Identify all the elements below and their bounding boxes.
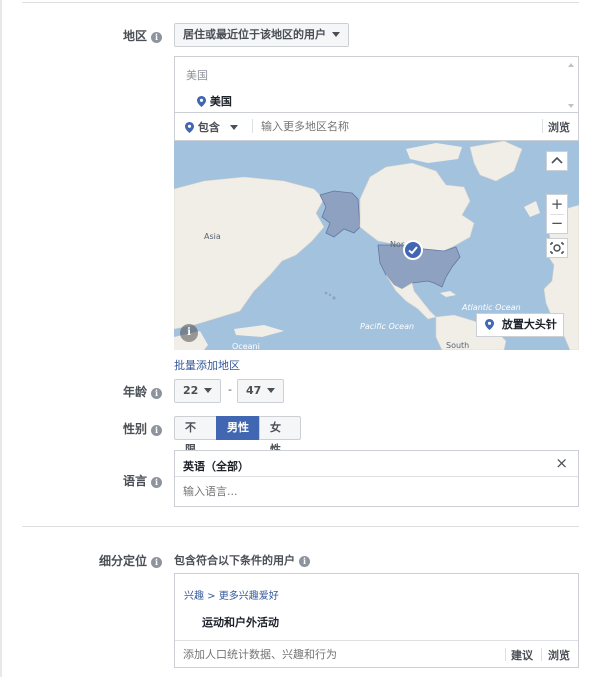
collapse-map-button[interactable] xyxy=(546,151,568,171)
age-min-dropdown[interactable]: 22 xyxy=(174,379,222,403)
top-divider xyxy=(22,2,579,3)
divider xyxy=(505,648,506,661)
selected-language: 英语（全部） xyxy=(183,460,249,473)
selected-language-row: 英语（全部） × xyxy=(175,451,578,477)
gender-label: 性别 i xyxy=(100,420,162,437)
selected-location-item[interactable]: 美国 xyxy=(197,93,232,109)
zoom-in-button[interactable]: + xyxy=(547,195,567,214)
chevron-down-icon xyxy=(204,388,213,393)
location-map[interactable]: Asia Nor Atlantic Ocean Pacific Ocean So… xyxy=(174,141,579,350)
detailed-targeting-label: 细分定位 i xyxy=(80,552,162,569)
location-search-input[interactable] xyxy=(259,116,529,136)
language-label: 语言 i xyxy=(100,472,162,489)
gender-option-male[interactable]: 男性 xyxy=(216,416,260,440)
map-info-icon[interactable]: i xyxy=(180,324,198,342)
bulk-add-locations-link[interactable]: 批量添加地区 xyxy=(174,357,240,373)
map-pin-icon xyxy=(185,122,194,133)
zoom-out-button[interactable]: − xyxy=(547,215,567,234)
info-icon[interactable]: i xyxy=(151,477,162,488)
checkmark-icon xyxy=(408,246,418,255)
location-search-row: 包含 浏览 xyxy=(174,113,579,141)
info-icon[interactable]: i xyxy=(151,425,162,436)
age-max-dropdown[interactable]: 47 xyxy=(237,379,285,403)
detailed-targeting-input[interactable] xyxy=(181,644,481,664)
map-label-north-america: Nor xyxy=(390,240,405,249)
language-input[interactable] xyxy=(181,481,561,501)
zoom-controls: + − xyxy=(546,194,568,234)
include-dropdown[interactable]: 包含 xyxy=(185,119,238,135)
location-type-dropdown[interactable]: 居住或最近位于该地区的用户 xyxy=(174,23,349,47)
map-label-pacific: Pacific Ocean xyxy=(360,322,415,331)
language-selector: 英语（全部） × xyxy=(174,450,579,507)
info-icon[interactable]: i xyxy=(151,32,162,43)
divider xyxy=(175,640,578,641)
chevron-down-icon xyxy=(267,388,276,393)
target-icon xyxy=(550,242,564,254)
age-label: 年龄 i xyxy=(100,383,162,400)
divider xyxy=(541,648,542,661)
map-label-south-america: South xyxy=(446,341,470,350)
suggestions-link[interactable]: 建议 xyxy=(511,647,533,663)
selected-location-label: 美国 xyxy=(209,95,232,108)
list-scrollbar[interactable] xyxy=(566,59,576,110)
map-label-oceania: Oceani xyxy=(232,342,260,350)
info-icon[interactable]: i xyxy=(299,556,310,567)
drop-pin-button[interactable]: 放置大头针 xyxy=(476,313,564,337)
info-icon[interactable]: i xyxy=(151,388,162,399)
scroll-up-icon[interactable] xyxy=(568,63,574,67)
location-group-header: 美国 xyxy=(186,69,208,82)
map-label-atlantic: Atlantic Ocean xyxy=(462,303,521,312)
map-pin-icon xyxy=(485,319,494,330)
browse-locations-link[interactable]: 浏览 xyxy=(548,119,570,135)
include-people-text: 包含符合以下条件的用户 i xyxy=(174,552,310,568)
map-pin-icon xyxy=(197,96,206,107)
interest-breadcrumb[interactable]: 兴趣 > 更多兴趣爱好 xyxy=(184,587,279,602)
selected-location-marker[interactable] xyxy=(403,240,423,260)
chevron-down-icon xyxy=(229,125,238,130)
divider xyxy=(252,119,253,133)
recenter-button[interactable] xyxy=(546,238,568,258)
browse-interests-link[interactable]: 浏览 xyxy=(548,647,570,663)
section-divider xyxy=(22,526,579,527)
page-left-border xyxy=(0,0,2,677)
chevron-down-icon xyxy=(332,32,340,37)
gender-option-all[interactable]: 不限 xyxy=(174,416,217,456)
location-selected-list[interactable]: 美国 美国 xyxy=(174,56,579,113)
divider xyxy=(542,119,543,133)
info-icon[interactable]: i xyxy=(151,557,162,568)
close-icon[interactable]: × xyxy=(555,454,568,472)
age-range-separator: - xyxy=(228,383,232,396)
map-label-asia: Asia xyxy=(204,232,221,241)
location-label: 地区 i xyxy=(100,27,162,44)
detailed-targeting-box: 兴趣 > 更多兴趣爱好 运动和户外活动 建议 浏览 xyxy=(174,573,579,668)
chevron-up-icon xyxy=(551,156,563,164)
scroll-down-icon[interactable] xyxy=(568,104,574,108)
gender-option-female[interactable]: 女性 xyxy=(259,416,301,456)
interest-item[interactable]: 运动和户外活动 xyxy=(202,614,279,630)
